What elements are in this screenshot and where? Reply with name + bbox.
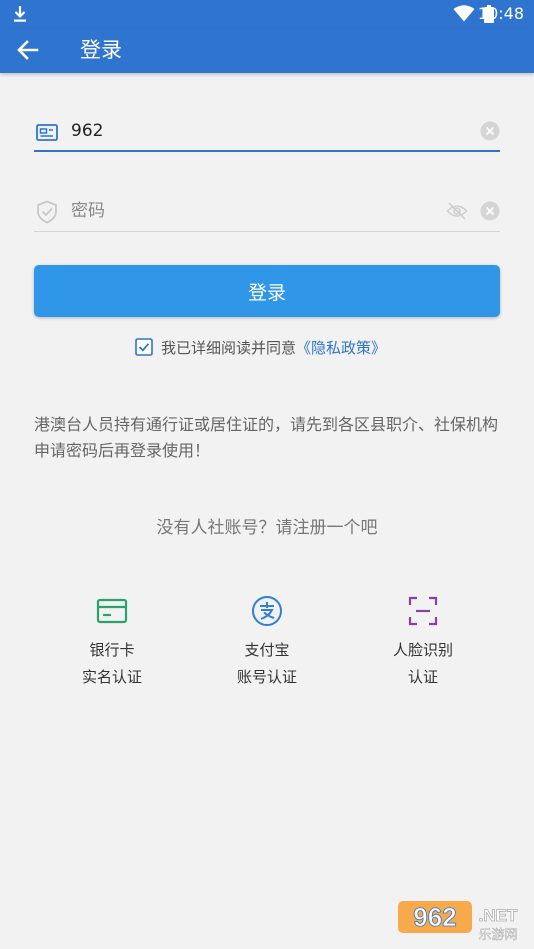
clear-password-icon[interactable]	[480, 201, 500, 221]
bank-card-icon	[96, 598, 128, 624]
status-time: 10:48	[477, 4, 524, 23]
clear-account-icon[interactable]	[480, 121, 500, 141]
alipay-icon	[252, 596, 282, 626]
page-title: 登录	[80, 38, 122, 62]
watermark-brand: 962	[413, 902, 456, 932]
agreement-text: 我已详细阅读并同意	[161, 338, 297, 357]
app-toolbar: 登录	[0, 28, 534, 73]
account-input[interactable]	[71, 116, 431, 146]
bank-card-sublabel: 实名认证	[81, 668, 142, 686]
face-recognition-label: 人脸识别	[392, 641, 453, 659]
password-underline	[34, 231, 500, 232]
account-underline	[34, 150, 500, 152]
alipay-label: 支付宝	[244, 641, 290, 659]
bank-card-auth-option[interactable]: 银行卡 实名认证	[47, 595, 177, 691]
status-bar: 10:48	[0, 0, 534, 28]
face-recognition-auth-option[interactable]: 人脸识别 认证	[358, 595, 488, 691]
watermark-subtitle: 乐游网	[478, 928, 517, 943]
download-icon	[14, 6, 26, 22]
login-screen: 10:48 登录 962 登录 我已详细阅读并同意 《隐私政策》 港澳台人员持有…	[0, 0, 534, 949]
alipay-sublabel: 账号认证	[236, 668, 297, 686]
watermark-logo: 962 .NET 乐游网	[398, 901, 518, 943]
agreement-checkbox-icon[interactable]	[135, 338, 153, 356]
register-prompt: 没有人社账号？请注册一个吧	[156, 518, 378, 538]
back-arrow-icon[interactable]	[14, 36, 42, 64]
face-scan-icon	[408, 596, 438, 626]
bank-card-label: 银行卡	[89, 641, 135, 659]
eye-off-icon[interactable]	[446, 201, 468, 221]
wifi-icon	[453, 5, 475, 22]
register-methods: 银行卡 实名认证 支付宝 账号认证 人脸识别 认证	[0, 595, 534, 695]
hk-macau-taiwan-notice: 港澳台人员持有通行证或居住证的，请先到各区县职介、社保机构申请密码后再登录使用！	[34, 415, 499, 460]
id-card-icon	[36, 124, 58, 141]
shield-icon	[37, 200, 57, 224]
privacy-policy-link[interactable]: 《隐私政策》	[296, 337, 386, 358]
agreement-row: 我已详细阅读并同意 《隐私政策》	[135, 336, 386, 358]
login-button[interactable]: 登录	[34, 265, 500, 317]
alipay-auth-option[interactable]: 支付宝 账号认证	[202, 595, 332, 691]
password-input[interactable]	[71, 196, 431, 226]
face-recognition-sublabel: 认证	[407, 668, 438, 686]
password-field	[34, 192, 500, 232]
watermark-suffix: .NET	[479, 906, 518, 925]
account-field	[34, 112, 500, 152]
